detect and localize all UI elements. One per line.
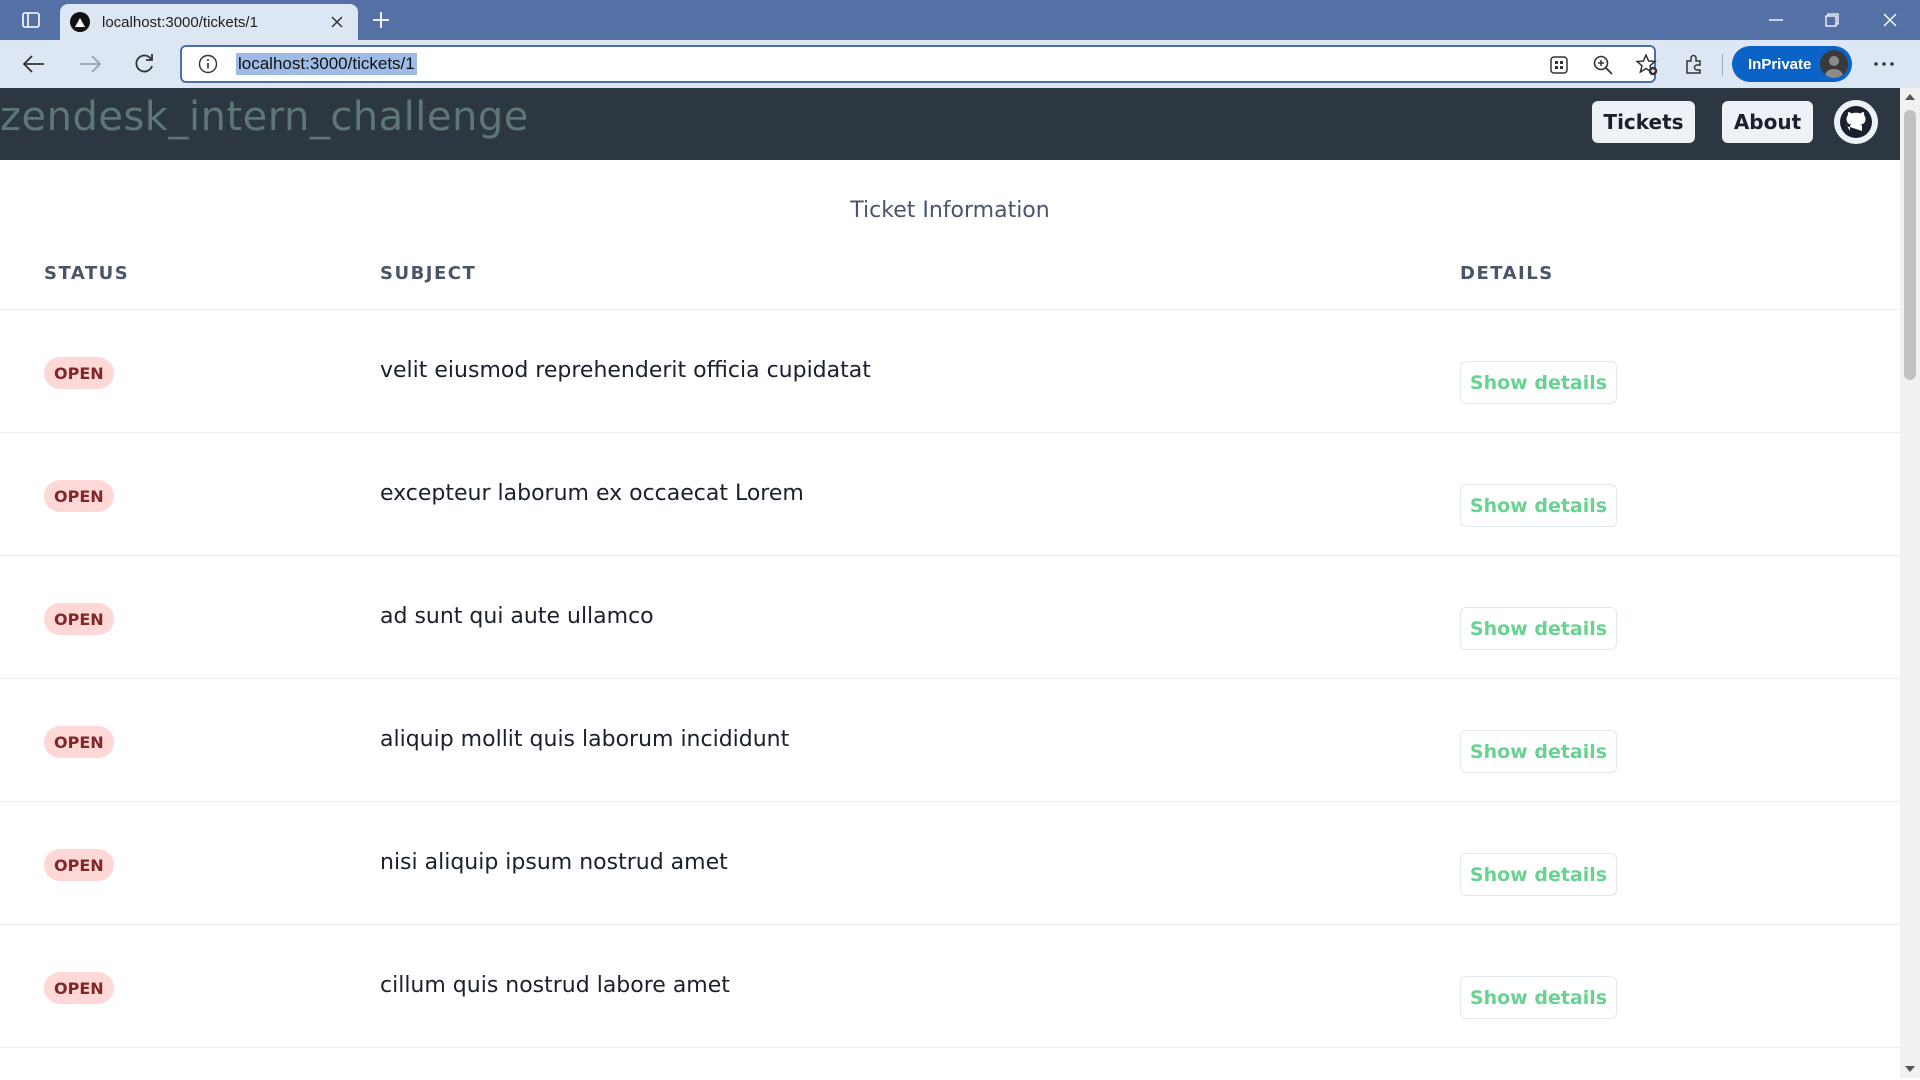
ticket-subject: velit eiusmod reprehenderit officia cupi… xyxy=(380,358,871,383)
table-caption: Ticket Information xyxy=(850,198,1050,223)
table-row: OPEN excepteur laborum ex occaecat Lorem… xyxy=(0,433,1900,555)
minimize-icon[interactable] xyxy=(1748,0,1804,40)
row-divider xyxy=(0,1047,1900,1048)
ticket-subject: aliquip mollit quis laborum incididunt xyxy=(380,727,790,752)
table-row: OPEN aliquip mollit quis laborum incidid… xyxy=(0,679,1900,801)
tickets-nav-button[interactable]: Tickets xyxy=(1592,101,1695,143)
apps-icon[interactable] xyxy=(1543,51,1575,79)
info-icon[interactable] xyxy=(188,47,228,81)
table-row: OPEN velit eiusmod reprehenderit officia… xyxy=(0,310,1900,432)
tab-actions-icon[interactable] xyxy=(14,6,48,34)
status-badge: OPEN xyxy=(44,603,114,635)
window-close-icon[interactable] xyxy=(1862,0,1918,40)
show-details-button[interactable]: Show details xyxy=(1460,976,1617,1019)
ticket-subject: ad sunt qui aute ullamco xyxy=(380,604,654,629)
restore-icon[interactable] xyxy=(1804,0,1860,40)
address-bar[interactable]: localhost:3000/tickets/1 xyxy=(180,45,1658,83)
refresh-icon[interactable] xyxy=(126,48,162,80)
show-details-button[interactable]: Show details xyxy=(1460,484,1617,527)
status-badge: OPEN xyxy=(44,726,114,758)
show-details-button[interactable]: Show details xyxy=(1460,853,1617,896)
status-badge: OPEN xyxy=(44,357,114,389)
column-header-status: STATUS xyxy=(44,263,130,284)
inprivate-button[interactable]: InPrivate xyxy=(1732,46,1852,82)
browser-toolbar: localhost:3000/tickets/1 InPrivate xyxy=(0,40,1920,88)
close-icon[interactable] xyxy=(326,11,348,33)
page-viewport: zendesk_intern_challenge Tickets About T… xyxy=(0,88,1900,1078)
status-badge: OPEN xyxy=(44,480,114,512)
ticket-subject: nisi aliquip ipsum nostrud amet xyxy=(380,850,728,875)
brand-title[interactable]: zendesk_intern_challenge xyxy=(0,94,529,140)
status-badge: OPEN xyxy=(44,849,114,881)
show-details-button[interactable]: Show details xyxy=(1460,607,1617,650)
nextjs-triangle-icon xyxy=(70,12,90,32)
about-nav-button[interactable]: About xyxy=(1722,101,1813,143)
show-details-button[interactable]: Show details xyxy=(1460,730,1617,773)
column-header-subject: SUBJECT xyxy=(380,263,477,284)
browser-tab-strip: localhost:3000/tickets/1 xyxy=(0,0,1920,40)
ticket-subject: cillum quis nostrud labore amet xyxy=(380,973,730,998)
forward-arrow-icon[interactable] xyxy=(72,48,108,80)
extensions-icon[interactable] xyxy=(1676,48,1712,80)
app-header: zendesk_intern_challenge Tickets About xyxy=(0,88,1900,160)
show-details-button[interactable]: Show details xyxy=(1460,361,1617,404)
plus-icon[interactable] xyxy=(366,6,396,34)
back-arrow-icon[interactable] xyxy=(16,48,52,80)
profile-avatar xyxy=(1820,50,1848,78)
ticket-subject: excepteur laborum ex occaecat Lorem xyxy=(380,481,804,506)
address-url[interactable]: localhost:3000/tickets/1 xyxy=(236,53,417,75)
inprivate-label: InPrivate xyxy=(1748,55,1812,73)
table-row: OPEN ad sunt qui aute ullamco Show detai… xyxy=(0,556,1900,678)
zoom-icon[interactable] xyxy=(1587,51,1619,79)
page-scrollbar[interactable] xyxy=(1900,88,1920,1078)
favorite-add-icon[interactable] xyxy=(1631,51,1663,79)
tab-title: localhost:3000/tickets/1 xyxy=(102,13,258,31)
more-icon[interactable] xyxy=(1864,48,1904,80)
github-icon[interactable] xyxy=(1834,100,1878,144)
column-header-details: DETAILS xyxy=(1460,263,1554,284)
browser-tab[interactable]: localhost:3000/tickets/1 xyxy=(60,4,358,40)
table-row: OPEN nisi aliquip ipsum nostrud amet Sho… xyxy=(0,802,1900,924)
scroll-up-icon[interactable] xyxy=(1900,88,1920,106)
scroll-down-icon[interactable] xyxy=(1900,1060,1920,1078)
status-badge: OPEN xyxy=(44,972,114,1004)
scrollbar-thumb[interactable] xyxy=(1904,110,1916,380)
toolbar-divider xyxy=(1722,54,1723,76)
table-row: OPEN cillum quis nostrud labore amet Sho… xyxy=(0,925,1900,1047)
